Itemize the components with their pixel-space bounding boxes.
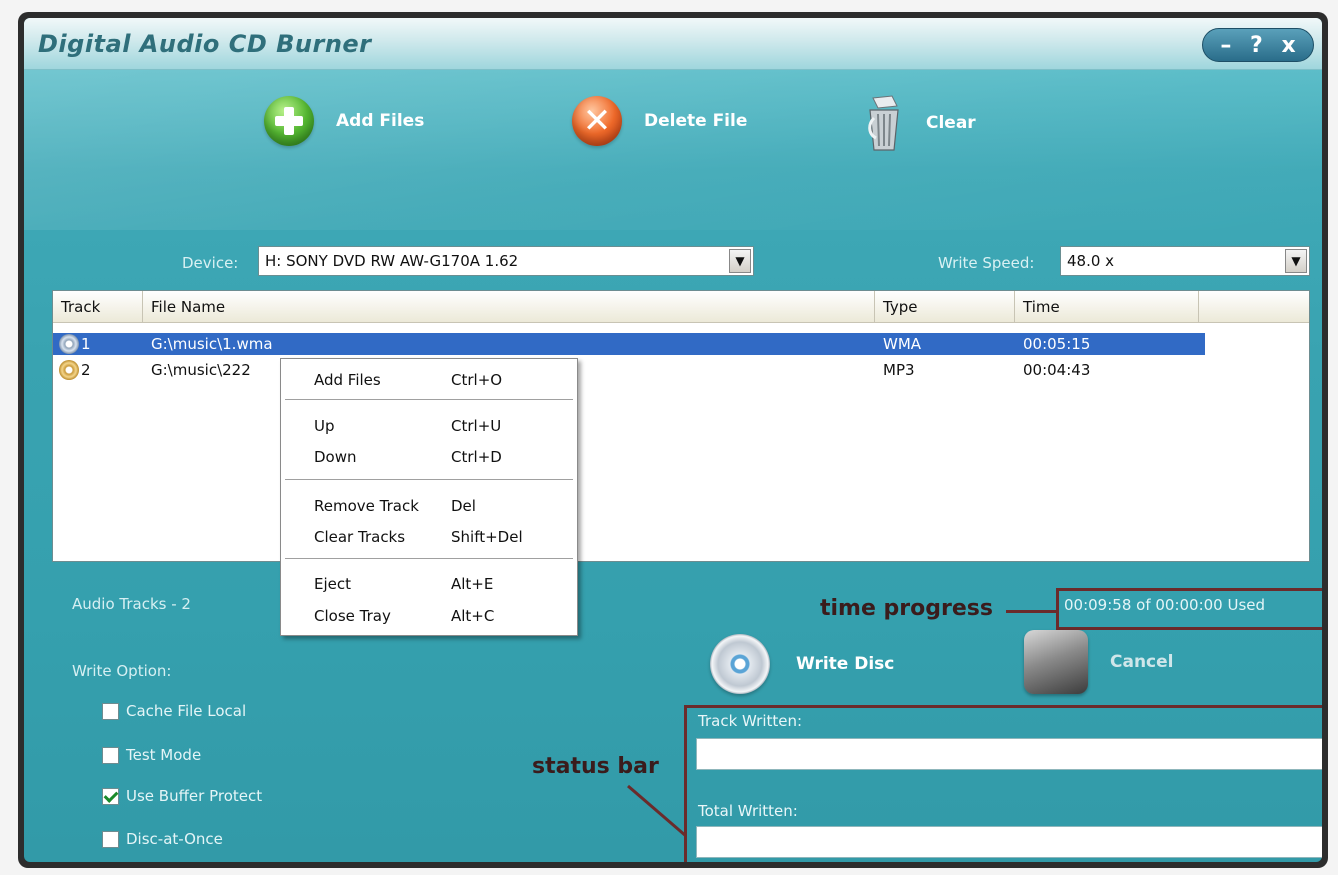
- menu-item-shortcut: Del: [451, 497, 476, 515]
- close-button[interactable]: x: [1281, 33, 1295, 58]
- track-number: 2: [81, 361, 91, 379]
- cancel-label: Cancel: [1110, 652, 1174, 672]
- file-type: WMA: [883, 335, 922, 353]
- option-label: Test Mode: [126, 746, 202, 764]
- option-label: Use Buffer Protect: [126, 787, 263, 805]
- write-speed-select[interactable]: 48.0 x ▼: [1060, 246, 1310, 276]
- table-row[interactable]: 2 G:\music\222 MP3 00:04:43: [53, 359, 1205, 381]
- delete-file-label: Delete File: [644, 111, 748, 131]
- title-bar[interactable]: Digital Audio CD Burner – ? x: [24, 18, 1322, 70]
- menu-item-shortcut: Ctrl+O: [451, 371, 503, 389]
- write-disc-label: Write Disc: [796, 654, 895, 674]
- chevron-down-icon[interactable]: ▼: [729, 249, 751, 273]
- menu-item-label: Up: [314, 417, 335, 435]
- menu-item-label: Clear Tracks: [314, 528, 406, 546]
- menu-divider: [285, 399, 573, 401]
- write-speed-label: Write Speed:: [938, 254, 1035, 272]
- annotation-time-progress: time progress: [820, 596, 993, 621]
- write-disc-button[interactable]: Write Disc: [710, 634, 894, 694]
- device-select[interactable]: H: SONY DVD RW AW-G170A 1.62 ▼: [258, 246, 754, 276]
- stop-icon: [1024, 630, 1088, 694]
- menu-item-shortcut: Alt+E: [451, 575, 494, 593]
- help-button[interactable]: ?: [1250, 33, 1263, 58]
- write-speed-value: 48.0 x: [1067, 252, 1115, 270]
- file-name: G:\music\222: [151, 361, 251, 379]
- checkbox[interactable]: [102, 746, 119, 764]
- track-list[interactable]: Track File Name Type Time 1 G:\music\1.w…: [52, 290, 1310, 562]
- menu-item-label: Down: [314, 448, 357, 466]
- checkbox[interactable]: [102, 702, 119, 720]
- option-disc-at-once[interactable]: Disc-at-Once: [102, 830, 223, 848]
- delete-file-button[interactable]: ✕ Delete File: [572, 96, 747, 146]
- menu-item-shortcut: Ctrl+D: [451, 448, 502, 466]
- audio-tracks-count: Audio Tracks - 2: [72, 595, 191, 613]
- menu-item-clear-tracks[interactable]: Clear Tracks Shift+Del: [281, 524, 577, 550]
- app-title: Digital Audio CD Burner: [38, 30, 372, 58]
- context-menu: Add Files Ctrl+O Up Ctrl+U Down Ctrl+D R…: [280, 358, 578, 636]
- total-written-progress: [696, 826, 1322, 858]
- menu-item-label: Remove Track: [314, 497, 419, 515]
- column-header-type[interactable]: Type: [875, 291, 1015, 323]
- annotation-pointer: [1006, 610, 1056, 613]
- menu-divider: [285, 479, 573, 481]
- option-label: Disc-at-Once: [126, 830, 223, 848]
- clear-label: Clear: [926, 113, 976, 133]
- minimize-button[interactable]: –: [1220, 33, 1231, 58]
- device-label: Device:: [182, 254, 239, 272]
- menu-divider: [285, 558, 573, 560]
- disc-icon: [59, 334, 79, 354]
- option-label: Cache File Local: [126, 702, 247, 720]
- time-progress-readout: 00:09:58 of 00:00:00 Used: [1064, 596, 1266, 614]
- menu-item-label: Close Tray: [314, 607, 391, 625]
- file-type: MP3: [883, 361, 915, 379]
- track-number: 1: [81, 335, 91, 353]
- list-header: Track File Name Type Time: [53, 291, 1309, 323]
- option-use-buffer-protect[interactable]: Use Buffer Protect: [102, 787, 262, 805]
- file-name: G:\music\1.wma: [151, 335, 273, 353]
- option-cache-file-local[interactable]: Cache File Local: [102, 702, 246, 720]
- add-files-label: Add Files: [336, 111, 425, 131]
- menu-item-close-tray[interactable]: Close Tray Alt+C: [281, 603, 577, 629]
- cd-icon: [710, 634, 770, 694]
- menu-item-shortcut: Alt+C: [451, 607, 495, 625]
- option-test-mode[interactable]: Test Mode: [102, 746, 201, 764]
- add-files-button[interactable]: Add Files: [264, 96, 424, 146]
- menu-item-remove-track[interactable]: Remove Track Del: [281, 493, 577, 519]
- background-glare: [24, 70, 1322, 230]
- total-written-label: Total Written:: [698, 802, 798, 820]
- track-written-label: Track Written:: [698, 712, 803, 730]
- menu-item-label: Eject: [314, 575, 352, 593]
- clear-button[interactable]: Clear: [864, 94, 976, 152]
- app-body: Digital Audio CD Burner – ? x Add Files …: [24, 18, 1322, 862]
- screenshot-frame: Digital Audio CD Burner – ? x Add Files …: [0, 0, 1338, 875]
- delete-icon: ✕: [572, 96, 622, 146]
- table-row[interactable]: 1 G:\music\1.wma WMA 00:05:15: [53, 333, 1205, 355]
- checkbox[interactable]: [102, 830, 119, 848]
- column-header-file-name[interactable]: File Name: [143, 291, 875, 323]
- annotation-status-bar: status bar: [532, 754, 659, 779]
- write-option-label: Write Option:: [72, 662, 172, 680]
- menu-item-eject[interactable]: Eject Alt+E: [281, 571, 577, 597]
- window-controls: – ? x: [1202, 28, 1314, 62]
- trash-icon: [868, 95, 899, 151]
- music-disc-icon: [59, 360, 79, 380]
- app-window: Digital Audio CD Burner – ? x Add Files …: [18, 12, 1328, 868]
- add-icon: [264, 96, 314, 146]
- annotation-arrow: [627, 784, 687, 838]
- menu-item-add-files[interactable]: Add Files Ctrl+O: [281, 367, 577, 393]
- menu-item-down[interactable]: Down Ctrl+D: [281, 444, 577, 470]
- track-time: 00:05:15: [1023, 335, 1091, 353]
- checkbox-checked[interactable]: [102, 787, 119, 805]
- menu-item-shortcut: Ctrl+U: [451, 417, 502, 435]
- device-value: H: SONY DVD RW AW-G170A 1.62: [265, 252, 519, 270]
- menu-item-shortcut: Shift+Del: [451, 528, 523, 546]
- cancel-button[interactable]: Cancel: [1024, 630, 1173, 694]
- column-header-time[interactable]: Time: [1015, 291, 1199, 323]
- track-time: 00:04:43: [1023, 361, 1091, 379]
- column-header-track[interactable]: Track: [53, 291, 143, 323]
- menu-item-label: Add Files: [314, 371, 381, 389]
- menu-item-up[interactable]: Up Ctrl+U: [281, 413, 577, 439]
- track-written-progress: [696, 738, 1322, 770]
- chevron-down-icon[interactable]: ▼: [1285, 249, 1307, 273]
